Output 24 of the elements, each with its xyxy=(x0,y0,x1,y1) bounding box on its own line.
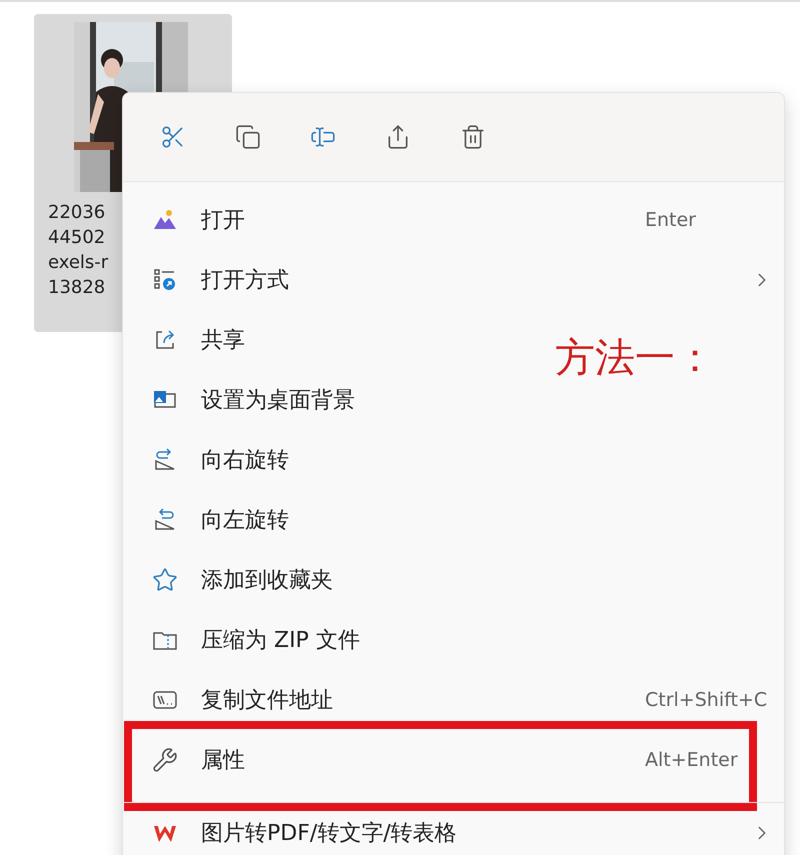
shortcut-text: Alt+Enter xyxy=(645,749,738,771)
file-name: 44502 xyxy=(48,226,106,250)
menu-item[interactable]: 打开 Enter xyxy=(123,190,784,250)
wrench-icon xyxy=(152,747,178,773)
menu-item[interactable]: 打开方式 xyxy=(123,250,784,310)
file-name: 22036 xyxy=(48,201,106,225)
annotation-text: 方法一： xyxy=(555,334,715,383)
file-name: exels-r xyxy=(48,251,108,275)
menu-item[interactable]: 图片转PDF/转文字/转表格 xyxy=(123,803,784,855)
shortcut-text: Enter xyxy=(645,209,696,231)
copy-icon xyxy=(235,124,261,150)
shortcut-text: Ctrl+Shift+C xyxy=(645,689,768,711)
app-list-icon xyxy=(152,267,178,293)
menu-item[interactable]: 添加到收藏夹 xyxy=(123,550,349,610)
menu-item[interactable]: 属性 Alt+Enter xyxy=(132,730,749,790)
star-icon xyxy=(152,567,178,593)
file-name: 13828 xyxy=(48,276,106,300)
menu-item[interactable]: 压缩为 ZIP 文件 xyxy=(123,610,376,670)
menu-item[interactable]: 设置为桌面背景 xyxy=(123,370,371,430)
menu-item[interactable]: 复制文件地址 Ctrl+Shift+C xyxy=(123,670,784,730)
delete-icon xyxy=(460,124,486,150)
menu-item[interactable]: 向左旋转 xyxy=(123,490,305,550)
menu-item[interactable]: 共享 xyxy=(123,310,261,370)
menu-item[interactable]: 向右旋转 xyxy=(123,430,305,490)
